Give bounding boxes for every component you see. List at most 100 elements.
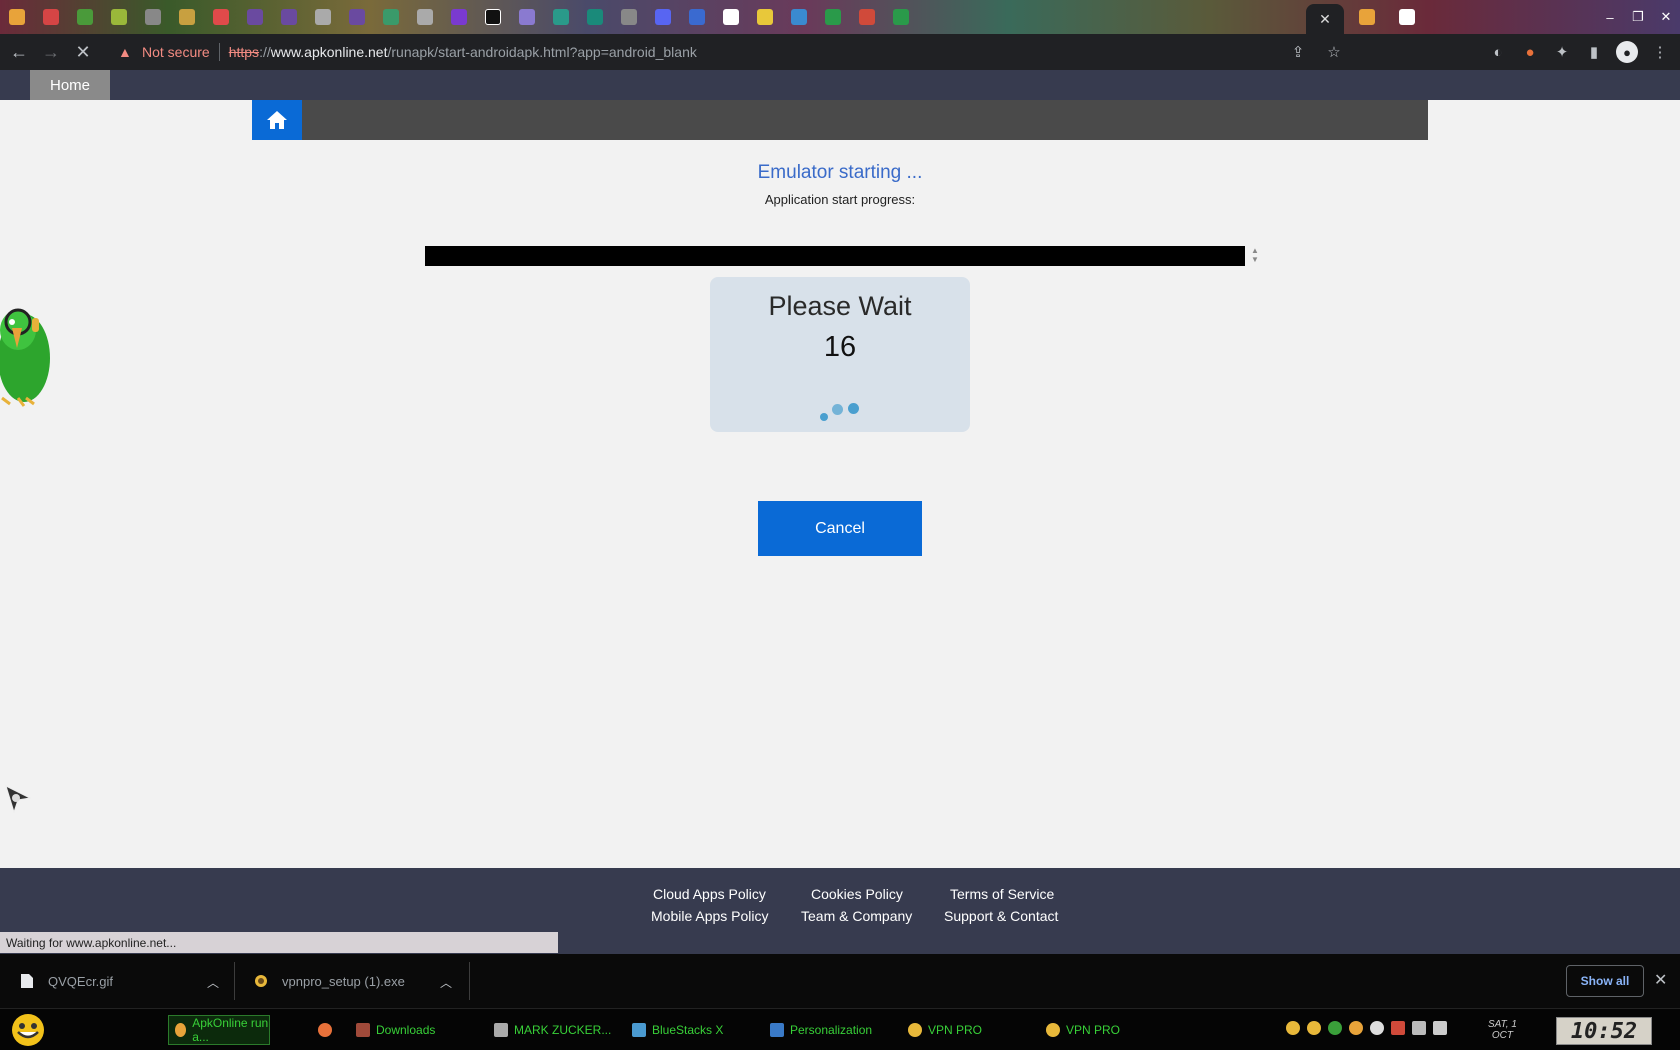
tab-favicon-icon[interactable] [383,9,399,25]
forward-arrow-icon[interactable]: → [38,39,64,65]
taskbar-item-downloads[interactable]: Downloads [350,1015,476,1045]
download-filename: QVQEcr.gif [48,973,114,989]
volume-icon[interactable] [1433,1021,1447,1035]
bookmark-star-icon[interactable]: ☆ [1324,42,1344,62]
wait-countdown: 16 [823,331,857,363]
tab-favicon-icon[interactable] [247,9,263,25]
download-divider [234,962,235,1000]
tab-favicon-icon[interactable] [451,9,467,25]
footer-link-cloud-apps-policy[interactable]: Cloud Apps Policy [653,886,766,902]
tab-favicon-icon[interactable] [791,9,807,25]
minimize-icon[interactable]: – [1596,10,1624,25]
taskbar-item-vpn-pro-2[interactable]: VPN PRO [1040,1015,1166,1045]
tray-flag-icon[interactable] [1391,1021,1405,1035]
footer-link-terms-of-service[interactable]: Terms of Service [950,886,1054,902]
bluestacks-icon [632,1023,646,1037]
tab-favicon-icon[interactable] [1399,9,1415,25]
tab-favicon-icon[interactable] [893,9,909,25]
cancel-button[interactable]: Cancel [758,501,922,556]
progress-bar: ▲ ▼ [419,244,1261,266]
chevron-up-icon[interactable]: ︿ [207,974,219,991]
extensions-puzzle-icon[interactable]: ✦ [1552,42,1572,62]
tray-tree-icon[interactable] [1328,1021,1342,1035]
taskbar-item-bluestacks[interactable]: BlueStacks X [626,1015,752,1045]
warning-icon[interactable]: ▲ [118,44,134,60]
home-nav-link[interactable]: Home [30,70,110,100]
download-filename: vpnpro_setup (1).exe [282,973,405,989]
tab-favicon-icon[interactable] [43,9,59,25]
profile-avatar-icon[interactable]: ● [1616,41,1638,63]
tab-favicon-icon[interactable] [179,9,195,25]
show-all-downloads-button[interactable]: Show all [1566,965,1644,997]
tab-favicon-icon[interactable] [145,9,161,25]
menu-kebab-icon[interactable]: ⋮ [1650,42,1670,62]
share-icon[interactable]: ⇪ [1288,42,1308,62]
status-subtitle: Application start progress: [764,192,916,207]
taskbar-item-mark-zucker[interactable]: MARK ZUCKER... [488,1015,614,1045]
taskbar-item-label: Personalization [790,1023,873,1037]
tab-favicon-icon[interactable] [689,9,705,25]
footer-link-support-contact[interactable]: Support & Contact [944,908,1058,924]
tab-favicon-icon[interactable] [315,9,331,25]
tab-favicon-icon[interactable] [621,9,637,25]
active-tab[interactable]: ✕ [1306,4,1344,34]
tab-favicon-icon[interactable] [757,9,773,25]
tab-favicon-icon[interactable] [9,9,25,25]
taskbar-item-vpn-pro[interactable]: VPN PRO [902,1015,1028,1045]
tab-favicon-icon[interactable] [859,9,875,25]
tab-favicon-icon[interactable] [485,9,501,25]
tab-favicon-icon[interactable] [111,9,127,25]
tab-favicon-icon[interactable] [77,9,93,25]
security-label[interactable]: Not secure [142,44,210,60]
restore-icon[interactable]: ❐ [1624,9,1652,25]
close-shelf-icon[interactable]: ✕ [1654,970,1667,990]
tab-favicon-icon[interactable] [825,9,841,25]
footer-link-mobile-apps-policy[interactable]: Mobile Apps Policy [651,908,769,924]
taskbar-item-chrome[interactable]: ApkOnline run a... [168,1015,270,1045]
taskbar-item-label: VPN PRO [1066,1023,1121,1037]
tab-favicon-icon[interactable] [349,9,365,25]
tab-favicon-icon[interactable] [587,9,603,25]
tab-favicon-icon[interactable] [213,9,229,25]
tab-close-icon[interactable]: ✕ [1319,11,1331,28]
url-path: /runapk/start-androidapk.html?app=androi… [387,44,697,60]
tray-search-icon[interactable] [1349,1021,1363,1035]
tab-favicon-icon[interactable] [655,9,671,25]
tab-favicon-icon[interactable] [1359,9,1375,25]
emulator-header-bar [252,100,1428,140]
tab-favicon-icon[interactable] [281,9,297,25]
tab-favicon-icon[interactable] [723,9,739,25]
file-icon [21,974,33,988]
vpn-icon [908,1023,922,1037]
tray-globe-icon[interactable] [1370,1021,1384,1035]
download-item[interactable]: vpnpro_setup (1).exe [254,954,434,1008]
footer-link-team-company[interactable]: Team & Company [801,908,912,924]
tab-favicon-icon[interactable] [553,9,569,25]
taskbar-date[interactable]: SAT, 1 OCT [1488,1019,1517,1041]
network-icon[interactable] [1412,1021,1426,1035]
chevron-up-icon[interactable]: ︿ [440,974,452,991]
tray-vpn-icon[interactable] [1286,1021,1300,1035]
tab-favicon-icon[interactable] [417,9,433,25]
side-panel-icon[interactable]: ▮ [1584,42,1604,62]
back-arrow-icon[interactable]: ← [6,39,32,65]
start-smiley-icon[interactable] [8,1012,48,1048]
taskbar-clock[interactable]: 10:52 [1556,1017,1652,1045]
tray-vpn-icon[interactable] [1307,1021,1321,1035]
omnibox-actions: ⇪ ☆ [1288,37,1344,67]
address-bar[interactable]: ▲ Not secure https :// www.apkonline.net… [108,37,1464,67]
close-window-icon[interactable]: ✕ [1652,9,1680,25]
taskbar-item-personalization[interactable]: Personalization [764,1015,890,1045]
extension-globe-icon[interactable]: ◐ [1488,42,1508,62]
extension-fox-icon[interactable]: ● [1520,42,1540,62]
taskbar-item-label: VPN PRO [928,1023,983,1037]
footer-link-cookies-policy[interactable]: Cookies Policy [811,886,903,902]
parrot-mascot-icon[interactable] [0,300,56,408]
taskbar-item-label: BlueStacks X [652,1023,724,1037]
home-button[interactable] [252,100,302,140]
download-item[interactable]: QVQEcr.gif [20,954,220,1008]
stop-loading-icon[interactable]: ✕ [70,39,96,65]
vpn-icon [1046,1023,1060,1037]
taskbar-item-firefox[interactable] [312,1015,342,1045]
tab-favicon-icon[interactable] [519,9,535,25]
